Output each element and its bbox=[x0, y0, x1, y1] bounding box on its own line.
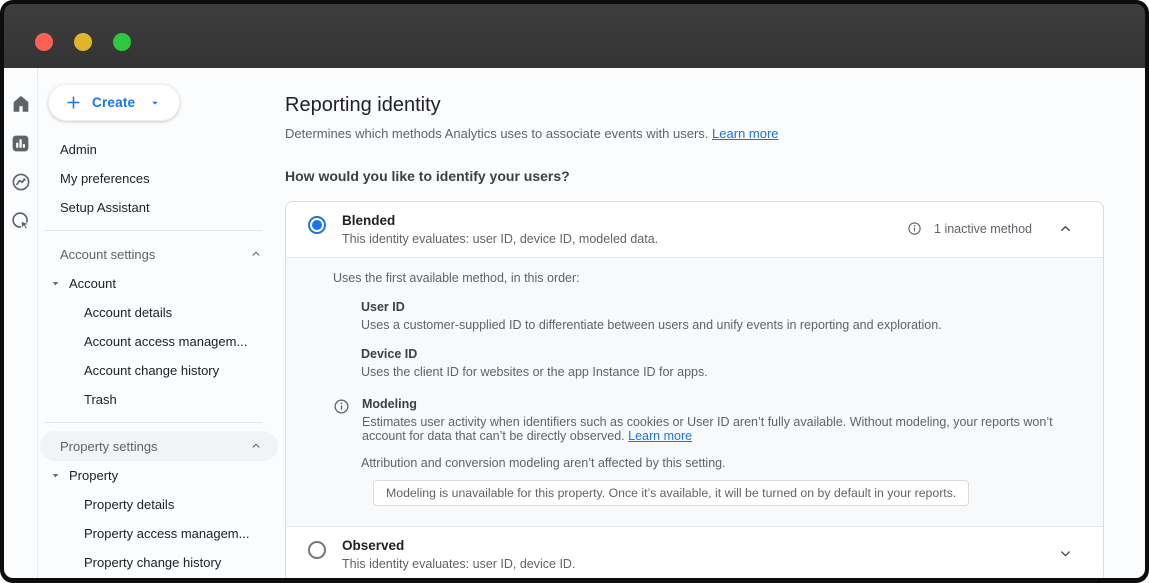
sidebar-item-account[interactable]: Account bbox=[38, 269, 280, 298]
sidebar-divider bbox=[44, 422, 262, 423]
blended-option-label: Blended bbox=[342, 213, 658, 228]
chevron-down-icon[interactable] bbox=[1058, 546, 1073, 561]
sidebar-item-property[interactable]: Property bbox=[38, 461, 280, 490]
sidebar-item-label: Setup Assistant bbox=[60, 200, 150, 215]
learn-more-link[interactable]: Learn more bbox=[712, 126, 778, 141]
sidebar-item-label: Trash bbox=[84, 392, 117, 407]
main-content: Reporting identity Determines which meth… bbox=[280, 68, 1145, 578]
sidebar-item-label: Admin bbox=[60, 142, 97, 157]
observed-option-right bbox=[1044, 538, 1073, 561]
identify-users-question: How would you like to identify your user… bbox=[285, 168, 1104, 184]
blended-option-right: 1 inactive method bbox=[907, 213, 1073, 236]
page-subtitle-text: Determines which methods Analytics uses … bbox=[285, 126, 708, 141]
sidebar-item-setup-assistant[interactable]: Setup Assistant bbox=[38, 193, 280, 222]
blended-expanded-body: Uses the first available method, in this… bbox=[286, 257, 1103, 527]
traffic-lights bbox=[35, 33, 131, 51]
caret-down-icon bbox=[50, 278, 61, 289]
plus-icon bbox=[65, 94, 82, 111]
sidebar-item-account-change-history[interactable]: Account change history bbox=[38, 356, 280, 385]
inactive-method-badge: 1 inactive method bbox=[934, 222, 1032, 236]
method-device-id: Device ID Uses the client ID for website… bbox=[361, 347, 1069, 379]
create-button-label: Create bbox=[92, 95, 135, 110]
blended-option-text: Blended This identity evaluates: user ID… bbox=[342, 213, 658, 246]
sidebar-item-trash[interactable]: Trash bbox=[38, 385, 280, 414]
section-header-label: Account settings bbox=[60, 247, 155, 262]
section-header-account-settings[interactable]: Account settings bbox=[40, 239, 278, 269]
sidebar-item-my-preferences[interactable]: My preferences bbox=[38, 164, 280, 193]
chevron-up-icon bbox=[250, 248, 262, 260]
sidebar-item-label: Account details bbox=[84, 305, 172, 320]
minimize-window-button[interactable] bbox=[74, 33, 92, 51]
app-window: Create Admin My preferences Setup Assist… bbox=[0, 0, 1149, 583]
sidebar-item-label: Property change history bbox=[84, 555, 221, 570]
section-header-property-settings[interactable]: Property settings bbox=[40, 431, 278, 461]
sidebar-item-account-details[interactable]: Account details bbox=[38, 298, 280, 327]
reports-icon[interactable] bbox=[9, 131, 33, 155]
observed-option-label: Observed bbox=[342, 538, 575, 553]
modeling-note: Attribution and conversion modeling aren… bbox=[361, 456, 1069, 470]
create-button[interactable]: Create bbox=[48, 84, 180, 121]
advertising-icon[interactable] bbox=[9, 209, 33, 233]
blended-option-row[interactable]: Blended This identity evaluates: user ID… bbox=[286, 202, 1103, 257]
nav-rail bbox=[4, 68, 38, 578]
page-title: Reporting identity bbox=[285, 94, 1104, 117]
sidebar-item-property-details[interactable]: Property details bbox=[38, 490, 280, 519]
info-icon bbox=[907, 221, 922, 236]
caret-down-icon bbox=[50, 470, 61, 481]
sidebar-nav: Admin My preferences Setup Assistant Acc… bbox=[38, 135, 280, 578]
sidebar-item-account-access-management[interactable]: Account access managem... bbox=[38, 327, 280, 356]
modeling-learn-more-link[interactable]: Learn more bbox=[628, 429, 692, 443]
modeling-unavailable-notice: Modeling is unavailable for this propert… bbox=[373, 480, 969, 506]
observed-option-row[interactable]: Observed This identity evaluates: user I… bbox=[286, 527, 1103, 578]
blended-radio[interactable] bbox=[308, 216, 326, 234]
explore-icon[interactable] bbox=[9, 170, 33, 194]
modeling-text: Modeling Estimates user activity when id… bbox=[362, 397, 1062, 443]
method-description: Uses a customer-supplied ID to different… bbox=[361, 318, 1069, 332]
sidebar-item-property-access-management[interactable]: Property access managem... bbox=[38, 519, 280, 548]
sidebar-item-label: Property access managem... bbox=[84, 526, 249, 541]
observed-option-text: Observed This identity evaluates: user I… bbox=[342, 538, 575, 571]
sidebar-item-scheduled-emails[interactable]: Scheduled emails bbox=[38, 577, 280, 578]
method-name: Modeling bbox=[362, 397, 1062, 411]
modeling-description-text: Estimates user activity when identifiers… bbox=[362, 415, 1053, 443]
blended-option-description: This identity evaluates: user ID, device… bbox=[342, 232, 658, 246]
sidebar-item-label: Property details bbox=[84, 497, 174, 512]
sidebar-item-label: Account change history bbox=[84, 363, 219, 378]
method-description: Uses the client ID for websites or the a… bbox=[361, 365, 1069, 379]
method-order-intro: Uses the first available method, in this… bbox=[333, 271, 1069, 285]
sidebar-item-admin[interactable]: Admin bbox=[38, 135, 280, 164]
chevron-up-icon[interactable] bbox=[1058, 221, 1073, 236]
sidebar-item-label: Account bbox=[69, 276, 116, 291]
close-window-button[interactable] bbox=[35, 33, 53, 51]
method-modeling: Modeling Estimates user activity when id… bbox=[333, 397, 1069, 443]
sidebar-divider bbox=[44, 230, 262, 231]
modeling-description: Estimates user activity when identifiers… bbox=[362, 415, 1062, 443]
method-name: Device ID bbox=[361, 347, 1069, 361]
method-user-id: User ID Uses a customer-supplied ID to d… bbox=[361, 300, 1069, 332]
observed-option-description: This identity evaluates: user ID, device… bbox=[342, 557, 575, 571]
page-subtitle: Determines which methods Analytics uses … bbox=[285, 126, 1104, 141]
chevron-down-icon bbox=[149, 97, 161, 109]
sidebar-item-label: Account access managem... bbox=[84, 334, 247, 349]
sidebar-item-label: My preferences bbox=[60, 171, 150, 186]
observed-radio[interactable] bbox=[308, 541, 326, 559]
sidebar-item-label: Property bbox=[69, 468, 118, 483]
sidebar-item-property-change-history[interactable]: Property change history bbox=[38, 548, 280, 577]
reporting-identity-card: Blended This identity evaluates: user ID… bbox=[285, 201, 1104, 578]
info-icon bbox=[333, 398, 350, 443]
window-titlebar bbox=[4, 4, 1145, 68]
zoom-window-button[interactable] bbox=[113, 33, 131, 51]
section-header-label: Property settings bbox=[60, 439, 158, 454]
chevron-up-icon bbox=[250, 440, 262, 452]
app-body: Create Admin My preferences Setup Assist… bbox=[4, 68, 1145, 578]
method-name: User ID bbox=[361, 300, 1069, 314]
home-icon[interactable] bbox=[9, 92, 33, 116]
admin-sidebar: Create Admin My preferences Setup Assist… bbox=[38, 68, 280, 578]
